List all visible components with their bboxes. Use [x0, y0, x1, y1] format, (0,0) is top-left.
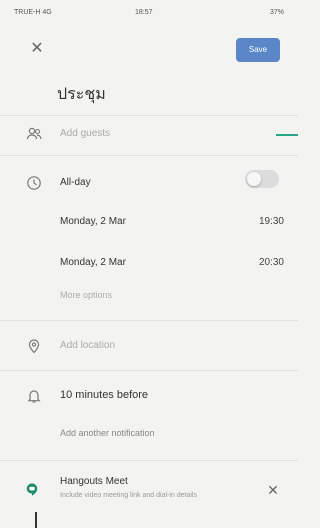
end-time[interactable]: 20:30: [259, 257, 284, 268]
clock-icon: [27, 176, 41, 190]
close-icon[interactable]: ✕: [266, 483, 280, 497]
notification-label: 10 minutes before: [60, 389, 149, 401]
event-title-input[interactable]: ประชุม: [57, 82, 257, 107]
carrier-text: TRUE-H 4G: [14, 9, 52, 16]
start-datetime-row[interactable]: Monday, 2 Mar 19:30: [0, 211, 298, 237]
start-date[interactable]: Monday, 2 Mar: [60, 216, 126, 227]
save-button[interactable]: Save: [236, 38, 280, 62]
hangouts-description: Include video meeting link and dial-in d…: [60, 492, 197, 499]
divider: [0, 155, 298, 156]
start-time[interactable]: 19:30: [259, 216, 284, 227]
add-guests-row[interactable]: Add guests: [0, 121, 298, 147]
bell-icon: [27, 390, 41, 403]
location-icon: [28, 339, 40, 354]
divider: [0, 115, 298, 116]
divider: [0, 460, 298, 461]
toggle-knob: [247, 172, 261, 186]
add-notification-link[interactable]: Add another notification: [60, 428, 155, 438]
location-row[interactable]: Add location: [0, 336, 298, 362]
people-icon: [26, 127, 42, 140]
all-day-toggle[interactable]: [245, 170, 279, 188]
battery-text: 37%: [269, 9, 284, 16]
more-options-link[interactable]: More options: [60, 290, 112, 300]
close-icon[interactable]: ✕: [28, 40, 46, 58]
end-date[interactable]: Monday, 2 Mar: [60, 257, 126, 268]
divider: [0, 320, 298, 321]
hangouts-icon: [26, 483, 38, 496]
add-location-label: Add location: [60, 340, 116, 351]
notification-row[interactable]: 10 minutes before: [0, 384, 298, 410]
more-options-row[interactable]: More options: [0, 290, 298, 316]
add-guests-label: Add guests: [60, 128, 111, 139]
status-bar: TRUE-H 4G 18:57 37%: [0, 0, 298, 22]
all-day-label: All-day: [60, 177, 91, 188]
hangouts-title: Hangouts Meet: [60, 476, 128, 487]
divider: [0, 370, 298, 371]
end-datetime-row[interactable]: Monday, 2 Mar 20:30: [0, 252, 298, 278]
scroll-indicator: [35, 512, 37, 528]
add-notification-row[interactable]: Add another notification: [0, 424, 298, 450]
clock-text: 18:57: [135, 9, 153, 16]
